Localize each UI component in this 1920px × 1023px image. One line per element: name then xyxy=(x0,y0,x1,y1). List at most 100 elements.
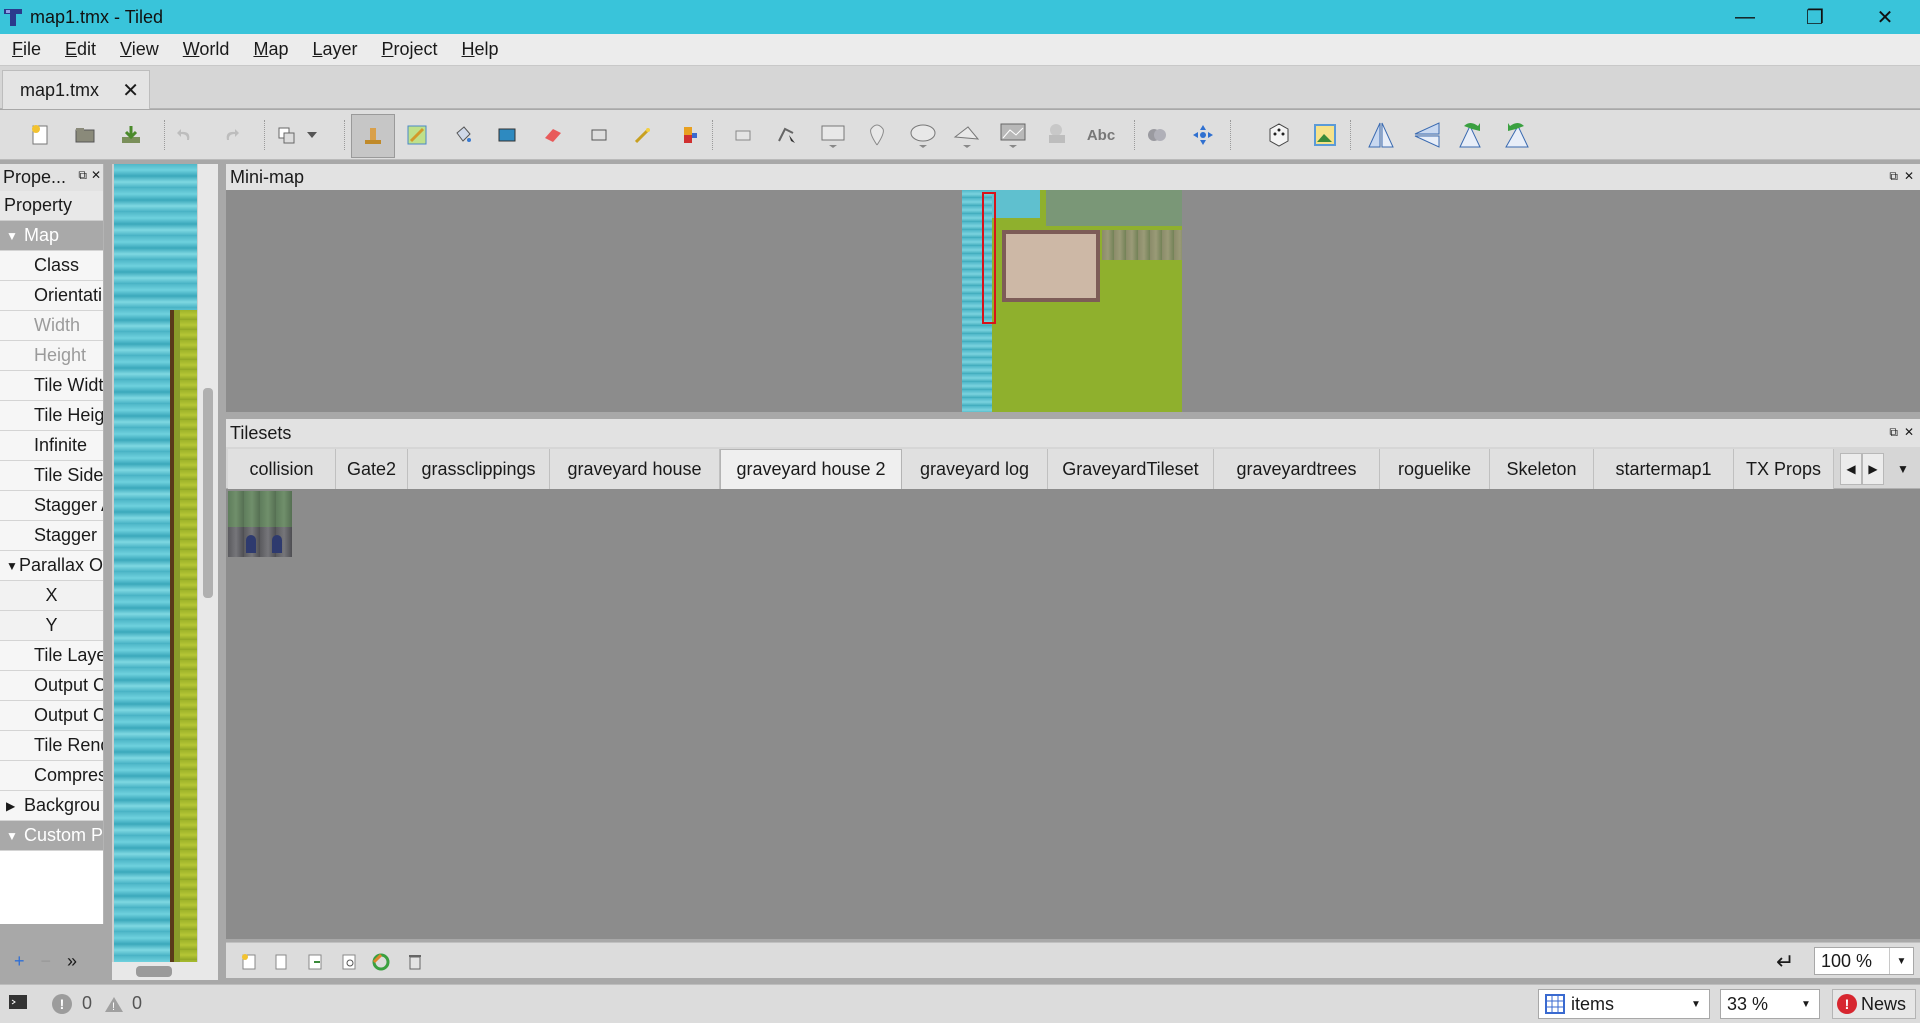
menu-edit[interactable]: Edit xyxy=(53,39,108,60)
edit-tileset-icon[interactable] xyxy=(338,951,360,973)
property-row[interactable]: X xyxy=(0,581,103,611)
menu-help[interactable]: Help xyxy=(450,39,511,60)
chevron-down-icon[interactable] xyxy=(300,118,324,152)
property-row[interactable]: Stagger I xyxy=(0,521,103,551)
edit-polygons-icon[interactable] xyxy=(770,118,804,152)
select-objects-icon[interactable] xyxy=(726,118,760,152)
scroll-thumb[interactable] xyxy=(136,966,172,977)
close-button[interactable]: ✕ xyxy=(1850,0,1920,34)
new-tileset-icon[interactable] xyxy=(238,951,260,973)
menu-map[interactable]: Map xyxy=(241,39,300,60)
float-icon[interactable]: ⧉ xyxy=(1889,169,1898,184)
menu-layer[interactable]: Layer xyxy=(300,39,369,60)
float-icon[interactable]: ⧉ xyxy=(1889,425,1898,440)
menu-world[interactable]: World xyxy=(171,39,242,60)
minimap-preview[interactable] xyxy=(962,190,1182,412)
random-mode-icon[interactable] xyxy=(270,118,304,152)
tileset-tab-active[interactable]: graveyard house 2 xyxy=(720,449,902,489)
maximize-button[interactable]: ❐ xyxy=(1780,0,1850,34)
map-zoom-combo[interactable]: 33 % ▼ xyxy=(1720,989,1820,1019)
tileset-zoom-combo[interactable]: 100 % ▼ xyxy=(1814,947,1914,975)
error-count[interactable]: ! 0 xyxy=(52,993,92,1014)
insert-point-icon[interactable] xyxy=(860,118,894,152)
map-canvas[interactable] xyxy=(114,164,197,962)
add-property-button[interactable]: + xyxy=(14,951,25,972)
tab-scroll-right-icon[interactable]: ▶ xyxy=(1862,453,1884,485)
close-icon[interactable]: ✕ xyxy=(1904,169,1914,184)
stamp-brush-icon[interactable] xyxy=(351,114,395,158)
tileset-tab[interactable]: graveyard log xyxy=(902,449,1048,489)
insert-tile-icon[interactable] xyxy=(996,118,1030,152)
rectangle-select-icon[interactable] xyxy=(582,118,616,152)
property-row[interactable]: Tile Layer xyxy=(0,641,103,671)
insert-template-icon[interactable] xyxy=(1040,118,1074,152)
property-row[interactable]: Tile Side xyxy=(0,461,103,491)
dice-icon[interactable] xyxy=(1262,118,1296,152)
property-row[interactable]: Tile Widt xyxy=(0,371,103,401)
remove-tileset-icon[interactable] xyxy=(404,951,426,973)
map-vertical-scrollbar[interactable] xyxy=(198,164,218,962)
export-tileset-icon[interactable] xyxy=(304,951,326,973)
layer-combo[interactable]: items ▼ xyxy=(1538,989,1710,1019)
tileset-tab[interactable]: collision xyxy=(228,449,336,489)
property-row[interactable]: Output O xyxy=(0,701,103,731)
tileset-image[interactable] xyxy=(228,491,292,557)
rotate-left-icon[interactable] xyxy=(1454,118,1488,152)
property-row[interactable]: Orientati xyxy=(0,281,103,311)
property-row[interactable]: ▶ Backgrou xyxy=(0,791,103,821)
remove-property-button[interactable]: − xyxy=(41,951,52,972)
tileset-tab[interactable]: Skeleton xyxy=(1490,449,1594,489)
insert-polygon-icon[interactable] xyxy=(950,118,984,152)
property-row[interactable]: ▼ Map xyxy=(0,221,103,251)
property-row[interactable]: Height xyxy=(0,341,103,371)
menu-project[interactable]: Project xyxy=(370,39,450,60)
rotate-right-icon[interactable] xyxy=(1500,118,1534,152)
tileset-tab[interactable]: grassclippings xyxy=(408,449,550,489)
bucket-fill-icon[interactable] xyxy=(446,118,480,152)
tileset-tab[interactable]: graveyard house xyxy=(550,449,720,489)
tileset-tab[interactable]: startermap1 xyxy=(1594,449,1734,489)
undo-icon[interactable] xyxy=(168,118,202,152)
minimize-button[interactable]: — xyxy=(1710,0,1780,34)
magic-wand-icon[interactable] xyxy=(626,118,660,152)
terrain-brush-icon[interactable] xyxy=(400,118,434,152)
property-row[interactable]: Output C xyxy=(0,671,103,701)
minimap-viewport-rect[interactable] xyxy=(982,192,996,324)
flip-vertical-icon[interactable] xyxy=(1410,118,1444,152)
tileset-tab[interactable]: Gate2 xyxy=(336,449,408,489)
save-file-icon[interactable] xyxy=(114,118,148,152)
insert-rectangle-icon[interactable] xyxy=(816,118,850,152)
property-row[interactable]: Stagger A xyxy=(0,491,103,521)
console-icon[interactable] xyxy=(8,993,28,1011)
close-icon[interactable]: ✕ xyxy=(91,168,101,183)
property-row[interactable]: ▼ Parallax O xyxy=(0,551,103,581)
tileset-tab[interactable]: GraveyardTileset xyxy=(1048,449,1214,489)
tab-menu-chevron-icon[interactable]: ▼ xyxy=(1892,453,1914,485)
chevron-down-icon[interactable]: ▼ xyxy=(6,559,19,573)
tileset-tab[interactable]: TX Props xyxy=(1734,449,1834,489)
random-icon[interactable] xyxy=(1140,118,1174,152)
stamp-icon[interactable] xyxy=(1308,118,1342,152)
property-row[interactable]: Tile Heig xyxy=(0,401,103,431)
property-row[interactable]: Compres xyxy=(0,761,103,791)
redo-icon[interactable] xyxy=(214,118,248,152)
new-file-icon[interactable] xyxy=(24,118,58,152)
chevron-down-icon[interactable]: ▼ xyxy=(1683,990,1709,1018)
scroll-thumb[interactable] xyxy=(203,388,213,598)
map-horizontal-scrollbar[interactable] xyxy=(112,962,218,980)
tileset-tab[interactable]: graveyardtrees xyxy=(1214,449,1380,489)
menu-view[interactable]: View xyxy=(108,39,171,60)
map-view[interactable] xyxy=(112,164,218,980)
chevron-down-icon[interactable]: ▼ xyxy=(1889,948,1913,974)
insert-text-icon[interactable]: Abc xyxy=(1084,118,1118,152)
embed-tileset-icon[interactable] xyxy=(270,951,292,973)
shape-fill-icon[interactable] xyxy=(490,118,524,152)
insert-ellipse-icon[interactable] xyxy=(906,118,940,152)
property-row[interactable]: Class xyxy=(0,251,103,281)
chevron-down-icon[interactable]: ▼ xyxy=(6,829,24,843)
tab-scroll-left-icon[interactable]: ◀ xyxy=(1840,453,1862,485)
close-icon[interactable]: ✕ xyxy=(1904,425,1914,440)
chevron-down-icon[interactable]: ▼ xyxy=(6,229,24,243)
menu-file[interactable]: File xyxy=(0,39,53,60)
tileset-tab[interactable]: roguelike xyxy=(1380,449,1490,489)
